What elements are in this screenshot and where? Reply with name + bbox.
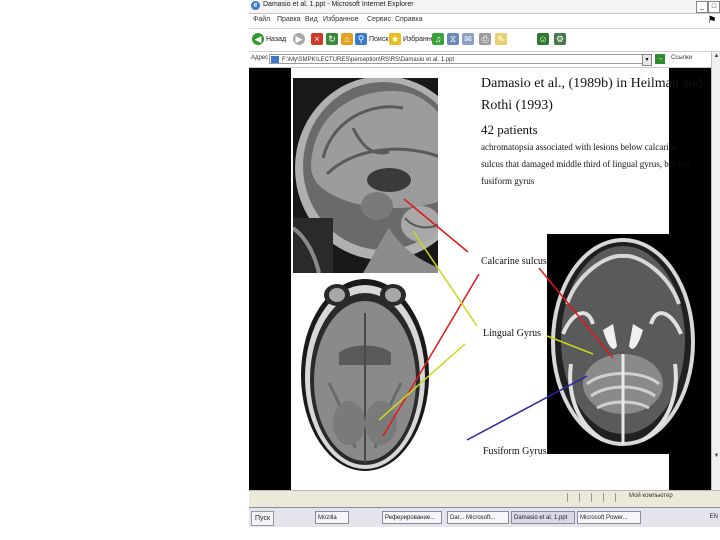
- status-segment: [567, 493, 578, 502]
- menu-help[interactable]: Справка: [395, 16, 422, 23]
- messenger-icon: ☺: [537, 33, 549, 46]
- minimize-button[interactable]: _: [696, 1, 708, 13]
- edit-icon: ✎: [495, 33, 507, 46]
- menu-bar: Файл Правка Вид Избранное Сервис Справка…: [249, 14, 720, 29]
- maximize-button[interactable]: □: [708, 1, 720, 13]
- address-label: Адрес: [251, 55, 269, 61]
- menu-file[interactable]: Файл: [253, 16, 270, 23]
- address-bar: Адрес F:\My\SMPK\LECTURES\perception\RS\…: [249, 52, 720, 68]
- history-icon: ⧖: [447, 33, 459, 46]
- refresh-icon: ↻: [326, 33, 338, 46]
- task-referencing[interactable]: Реферирование...: [382, 511, 442, 524]
- address-value: F:\My\SMPK\LECTURES\perception\RS\RS\Dam…: [282, 57, 455, 63]
- home-button[interactable]: ⌂: [341, 32, 355, 48]
- windows-logo-icon: ⚑: [707, 15, 717, 26]
- refresh-button[interactable]: ↻: [326, 32, 340, 48]
- calcarine-line-to-coronal: [538, 267, 614, 359]
- links-label[interactable]: Ссылки: [671, 55, 692, 61]
- star-icon: ★: [389, 33, 401, 46]
- messenger-button[interactable]: ☺: [537, 32, 551, 48]
- back-button[interactable]: ◀ Назад: [252, 32, 286, 48]
- status-segment: [603, 493, 614, 502]
- start-button[interactable]: Пуск: [251, 511, 275, 526]
- vertical-scrollbar[interactable]: ▲ ▼: [711, 52, 720, 490]
- bottom-strip: [0, 527, 720, 540]
- print-button[interactable]: ⎙: [479, 32, 493, 48]
- lingual-line-to-coronal: [546, 335, 594, 355]
- scroll-down-icon[interactable]: ▼: [712, 452, 720, 461]
- stop-icon: ×: [311, 33, 323, 46]
- calcarine-line-to-axial: [382, 273, 480, 437]
- status-zone: Мой компьютер: [629, 493, 673, 499]
- back-arrow-icon: ◀: [252, 33, 264, 46]
- media-icon: ♫: [432, 33, 444, 46]
- go-button[interactable]: →: [655, 54, 665, 64]
- address-input[interactable]: F:\My\SMPK\LECTURES\perception\RS\RS\Dam…: [269, 54, 647, 64]
- status-segment: [615, 493, 626, 502]
- menu-tools[interactable]: Сервис: [367, 16, 391, 23]
- content-area: Damasio et al., (1989b) in Heilman and R…: [249, 68, 711, 490]
- task-powerpoint[interactable]: Microsoft Power...: [577, 511, 641, 524]
- status-segment: [591, 493, 602, 502]
- pointer-lines: [378, 198, 614, 441]
- stop-button[interactable]: ×: [311, 32, 325, 48]
- toolbar: ◀ Назад ▶ × ↻ ⌂ ⚲ Поиск ★ Избранное ♫ ⧖ ✉ ⎙: [249, 29, 720, 52]
- fusiform-line-to-coronal: [466, 375, 588, 441]
- page-icon: [271, 56, 279, 63]
- search-button[interactable]: ⚲ Поиск: [355, 32, 388, 48]
- menu-edit[interactable]: Правка: [277, 16, 301, 23]
- edit-button[interactable]: ✎: [495, 32, 509, 48]
- system-tray[interactable]: EN: [710, 511, 718, 524]
- slide: Damasio et al., (1989b) in Heilman and R…: [291, 68, 703, 490]
- task-mozilla[interactable]: Mozilla: [315, 511, 349, 524]
- search-icon: ⚲: [355, 33, 367, 46]
- scroll-up-icon[interactable]: ▲: [712, 52, 720, 61]
- task-word[interactable]: Dar... Microsoft...: [447, 511, 509, 524]
- research-icon: ⚙: [554, 33, 566, 46]
- search-label: Поиск: [369, 36, 389, 43]
- window-title: Damasio et al. 1.ppt - Microsoft Interne…: [263, 1, 414, 8]
- title-bar: e Damasio et al. 1.ppt - Microsoft Inter…: [249, 0, 720, 14]
- forward-arrow-icon: ▶: [293, 33, 305, 46]
- back-label: Назад: [266, 36, 287, 43]
- status-segment: [579, 493, 590, 502]
- print-icon: ⎙: [479, 33, 491, 46]
- lingual-line-to-axial: [378, 343, 466, 421]
- task-ppt-active[interactable]: Damasio et al. 1.ppt: [511, 511, 575, 524]
- history-button[interactable]: ⧖: [447, 32, 461, 48]
- taskbar: Пуск Mozilla Реферирование... Dar... Mic…: [249, 507, 720, 528]
- menu-view[interactable]: Вид: [305, 16, 318, 23]
- lingual-line-to-sagittal: [412, 230, 478, 327]
- address-dropdown-button[interactable]: ▾: [642, 54, 652, 66]
- home-icon: ⌂: [341, 33, 353, 46]
- research-button[interactable]: ⚙: [554, 32, 568, 48]
- forward-button[interactable]: ▶: [293, 32, 307, 48]
- browser-window: e Damasio et al. 1.ppt - Microsoft Inter…: [249, 0, 720, 525]
- calcarine-line-to-sagittal: [403, 198, 469, 253]
- media-button[interactable]: ♫: [432, 32, 446, 48]
- menu-favorites[interactable]: Избранное: [323, 16, 358, 23]
- mail-icon: ✉: [462, 33, 474, 46]
- ie-icon: e: [251, 1, 260, 10]
- mail-button[interactable]: ✉: [462, 32, 476, 48]
- status-bar: Мой компьютер: [249, 490, 720, 505]
